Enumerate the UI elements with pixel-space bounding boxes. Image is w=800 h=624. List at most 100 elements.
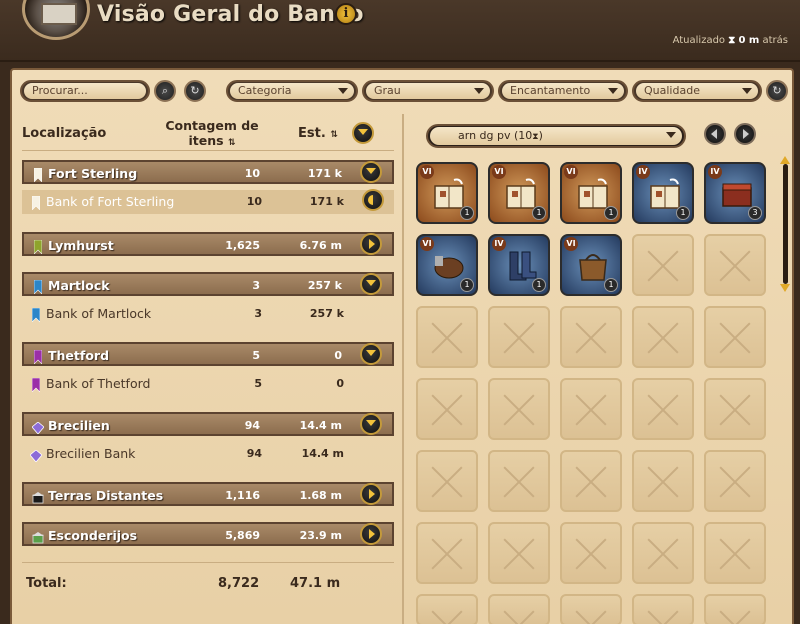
chevron-down-icon — [366, 420, 376, 426]
empty-slot[interactable] — [704, 234, 766, 296]
chevron-down-icon — [742, 88, 752, 94]
city-row[interactable]: Fort Sterling 10 171 k — [22, 160, 394, 184]
quality-select[interactable]: Qualidade — [632, 80, 762, 102]
collapse-button[interactable] — [360, 273, 382, 295]
bank-row[interactable]: Brecilien Bank 94 14.4 m — [22, 442, 394, 466]
empty-slot[interactable] — [632, 522, 694, 584]
collapse-button[interactable] — [360, 161, 382, 183]
inventory-item[interactable]: VI 1 — [560, 162, 622, 224]
inventory-item[interactable]: VI 1 — [416, 162, 478, 224]
estimated-value: 171 k — [307, 167, 342, 180]
empty-slot[interactable] — [488, 306, 550, 368]
empty-slot[interactable] — [632, 594, 694, 624]
window-header: Visão Geral do Banco i Atualizado ⧗ 0 m … — [0, 0, 800, 62]
empty-slot[interactable] — [632, 306, 694, 368]
empty-slot[interactable] — [560, 378, 622, 440]
empty-slot[interactable] — [560, 450, 622, 512]
quantity-badge: 1 — [460, 206, 474, 220]
tier-badge: VI — [564, 237, 578, 251]
empty-slot[interactable] — [560, 594, 622, 624]
bank-row[interactable]: Bank of Martlock 3 257 k — [22, 302, 394, 326]
chevron-right-icon — [369, 529, 375, 539]
chevron-right-icon — [369, 239, 375, 249]
location-column-header: Localização — [22, 126, 107, 141]
reset-filters-icon[interactable]: ↻ — [766, 80, 788, 102]
quantity-badge: 3 — [748, 206, 762, 220]
bank-row[interactable]: Bank of Fort Sterling 10 171 k — [22, 189, 394, 214]
scroll-up-icon[interactable] — [780, 156, 790, 164]
bank-panel: Procurar... ⌕ ↻ Categoria Grau Encantame… — [10, 68, 794, 624]
collapse-all-button[interactable] — [352, 122, 374, 144]
empty-slot[interactable] — [560, 522, 622, 584]
bank-row[interactable]: Bank of Thetford 5 0 — [22, 372, 394, 396]
empty-slot[interactable] — [560, 306, 622, 368]
collapse-button[interactable] — [360, 413, 382, 435]
empty-slot[interactable] — [632, 378, 694, 440]
est-column-header[interactable]: Est. ⇅ — [298, 126, 338, 141]
bank-tab-select[interactable]: arn dg pv (10⧗) — [426, 124, 686, 148]
inventory-item[interactable]: IV 3 — [704, 162, 766, 224]
inventory-item[interactable]: VI 1 — [560, 234, 622, 296]
scroll-down-icon[interactable] — [780, 284, 790, 292]
updated-value: 0 m — [738, 35, 760, 46]
city-banner-icon — [31, 195, 41, 211]
scroll-track[interactable] — [783, 164, 788, 284]
empty-slot[interactable] — [488, 378, 550, 440]
location-name: Fort Sterling — [48, 166, 138, 181]
next-tab-button[interactable] — [734, 123, 756, 145]
select-bank-button[interactable] — [362, 189, 384, 211]
inventory-item[interactable]: IV 1 — [488, 234, 550, 296]
chevron-down-icon — [366, 168, 376, 174]
empty-slot[interactable] — [704, 522, 766, 584]
empty-slot[interactable] — [488, 594, 550, 624]
city-banner-icon — [33, 279, 43, 295]
empty-slot[interactable] — [416, 594, 478, 624]
crystal-icon — [29, 447, 43, 463]
city-row[interactable]: Terras Distantes 1,116 1.68 m — [22, 482, 394, 506]
city-row[interactable]: Esconderijos 5,869 23.9 m — [22, 522, 394, 546]
search-icon[interactable]: ⌕ — [154, 80, 176, 102]
prev-tab-button[interactable] — [704, 123, 726, 145]
city-row[interactable]: Brecilien 94 14.4 m — [22, 412, 394, 436]
empty-slot[interactable] — [416, 450, 478, 512]
empty-slot[interactable] — [704, 450, 766, 512]
grid-scrollbar[interactable] — [780, 156, 790, 292]
chevron-down-icon — [338, 88, 348, 94]
expand-button[interactable] — [360, 483, 382, 505]
inventory-item[interactable]: VI 1 — [416, 234, 478, 296]
empty-slot[interactable] — [416, 378, 478, 440]
est-column-label: Est. — [298, 126, 326, 141]
chest-icon — [720, 178, 754, 210]
expand-button[interactable] — [360, 233, 382, 255]
info-icon[interactable]: i — [335, 3, 357, 25]
enchantment-select[interactable]: Encantamento — [498, 80, 628, 102]
location-name: Brecilien Bank — [46, 446, 136, 461]
expand-button[interactable] — [360, 523, 382, 545]
empty-slot[interactable] — [704, 378, 766, 440]
category-select[interactable]: Categoria — [226, 80, 358, 102]
inventory-item[interactable]: VI 1 — [488, 162, 550, 224]
city-row[interactable]: Thetford 5 0 — [22, 342, 394, 366]
reset-search-icon[interactable]: ↻ — [184, 80, 206, 102]
enchantment-label: Encantamento — [502, 83, 624, 99]
empty-slot[interactable] — [704, 306, 766, 368]
estimated-value: 0 — [334, 349, 342, 362]
empty-slot[interactable] — [632, 234, 694, 296]
empty-slot[interactable] — [416, 522, 478, 584]
tier-select[interactable]: Grau — [362, 80, 494, 102]
location-name: Lymhurst — [48, 238, 114, 253]
empty-slot[interactable] — [488, 450, 550, 512]
empty-slot[interactable] — [632, 450, 694, 512]
search-placeholder: Procurar... — [24, 83, 146, 99]
empty-slot[interactable] — [416, 306, 478, 368]
search-input[interactable]: Procurar... — [20, 80, 150, 102]
inventory-item[interactable]: IV 1 — [632, 162, 694, 224]
city-row[interactable]: Lymhurst 1,625 6.76 m — [22, 232, 394, 256]
empty-slot[interactable] — [704, 594, 766, 624]
collapse-button[interactable] — [360, 343, 382, 365]
bank-logo — [22, 0, 90, 40]
empty-slot[interactable] — [488, 522, 550, 584]
count-column-header[interactable]: Contagem de itens ⇅ — [162, 118, 262, 151]
header-divider — [22, 150, 394, 151]
city-row[interactable]: Martlock 3 257 k — [22, 272, 394, 296]
